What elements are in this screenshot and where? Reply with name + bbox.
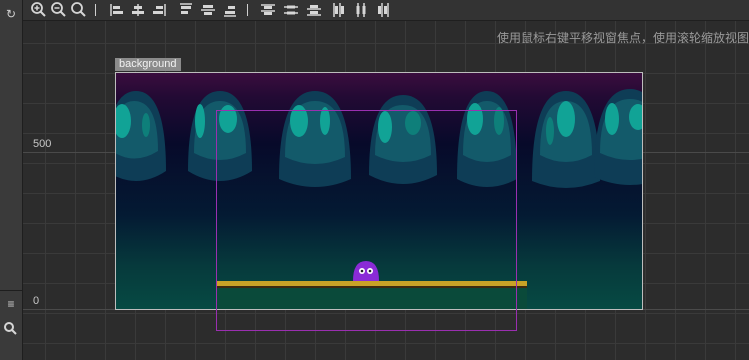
y-axis-label-500: 500 <box>33 138 52 150</box>
search-icon[interactable] <box>0 318 22 338</box>
scene-canvas[interactable]: 使用鼠标右键平移视窗焦点，使用滚轮缩放视图 500 0 background <box>23 21 749 360</box>
align-left-icon[interactable] <box>108 1 126 19</box>
toolbar-separator <box>247 4 248 16</box>
distribute-h-center-icon[interactable] <box>352 1 370 19</box>
panel-divider <box>0 290 22 291</box>
selection-rect[interactable] <box>216 110 517 331</box>
menu-icon[interactable]: ≡ <box>0 294 22 314</box>
align-top-icon[interactable] <box>177 1 195 19</box>
zoom-reset-icon[interactable] <box>70 1 88 19</box>
node-label[interactable]: background <box>115 58 181 71</box>
y-axis-label-0: 0 <box>33 295 40 307</box>
distribute-right-icon[interactable] <box>374 1 392 19</box>
distribute-v-center-icon[interactable] <box>282 1 300 19</box>
scene-toolbar <box>23 0 749 21</box>
refresh-icon[interactable]: ↻ <box>0 4 22 24</box>
toolbar-separator <box>95 4 96 16</box>
zoom-in-icon[interactable] <box>30 1 48 19</box>
align-v-center-icon[interactable] <box>199 1 217 19</box>
align-h-center-icon[interactable] <box>129 1 147 19</box>
align-bottom-icon[interactable] <box>221 1 239 19</box>
canvas-hint: 使用鼠标右键平移视窗焦点，使用滚轮缩放视图 <box>496 31 749 45</box>
distribute-bottom-icon[interactable] <box>305 1 323 19</box>
distribute-top-icon[interactable] <box>259 1 277 19</box>
distribute-left-icon[interactable] <box>330 1 348 19</box>
zoom-out-icon[interactable] <box>50 1 68 19</box>
left-panel-strip: ↻ ≡ <box>0 0 23 360</box>
align-right-icon[interactable] <box>150 1 168 19</box>
